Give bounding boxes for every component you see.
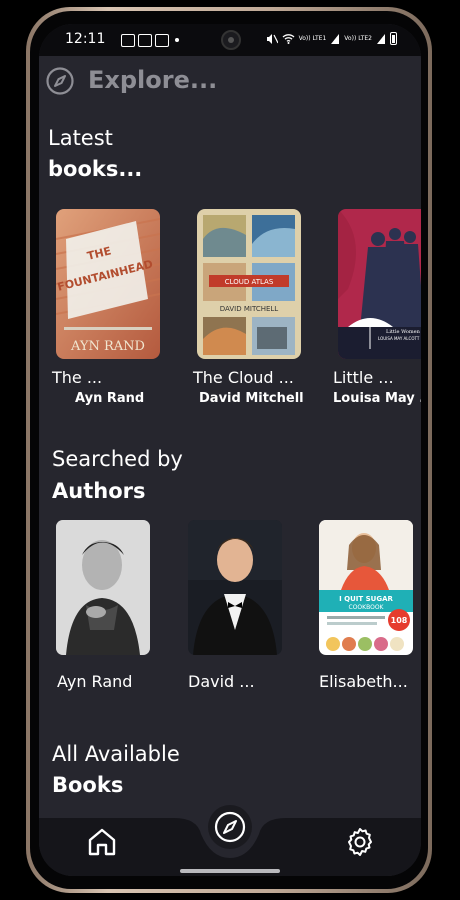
signal-icon [377,34,385,44]
home-icon[interactable] [86,826,118,858]
status-notification-icons [121,34,179,47]
book-title-3[interactable]: Little ... [333,368,394,387]
book-cover-1-author-text: AYN RAND [70,339,145,354]
book-author-1: Ayn Rand [75,391,145,406]
cookbook-badge: 108 [391,616,408,625]
svg-text:I QUIT SUGAR: I QUIT SUGAR [339,595,393,603]
svg-text:DAVID MITCHELL: DAVID MITCHELL [220,305,279,313]
book-author-3: Louisa May ... [333,391,421,406]
signal-icon [331,34,340,44]
authors-subheading: Authors [52,479,146,503]
book-title-1[interactable]: The ... [52,368,102,387]
author-photo-3-art: I QUIT SUGAR COOKBOOK 108 [319,520,413,655]
status-system-icons: Vo)) LTE1 Vo)) LTE2 [266,32,397,45]
book-cover-3-art: Little Women LOUISA MAY ALCOTT [338,209,421,359]
svg-text:COOKBOOK: COOKBOOK [349,604,385,611]
app-screen: 12:11 Vo)) LTE1 Vo)) LTE2 Explore... Lat… [39,24,421,876]
author-photo-2[interactable] [188,520,282,655]
status-bar: 12:11 Vo)) LTE1 Vo)) LTE2 [39,24,421,56]
latest-heading: Latest [48,126,113,150]
book-cover-1[interactable]: THE FOUNTAINHEAD AYN RAND [56,209,160,359]
page-title: Explore... [88,66,218,94]
all-books-subheading: Books [52,773,124,797]
authors-heading: Searched by [52,447,183,471]
image-icon [121,34,135,47]
gesture-home-bar[interactable] [180,869,280,873]
compass-icon[interactable] [46,67,74,95]
book-cover-1-art: THE FOUNTAINHEAD AYN RAND [56,209,160,359]
author-photo-1-art [56,520,150,655]
book-author-2: David Mitchell [199,391,304,406]
chat-icon [138,34,152,47]
author-name-1[interactable]: Ayn Rand [57,672,132,691]
latest-subheading: books... [48,157,143,181]
svg-text:CLOUD ATLAS: CLOUD ATLAS [225,278,274,286]
status-time: 12:11 [65,31,106,47]
svg-text:LOUISA MAY ALCOTT: LOUISA MAY ALCOTT [378,336,420,341]
network-sim1: Vo)) LTE1 [298,35,327,42]
book-cover-2[interactable]: CLOUD ATLAS DAVID MITCHELL [197,209,301,359]
compass-icon [214,811,246,843]
notification-dot-icon [175,38,179,42]
front-camera [221,30,241,50]
author-name-2[interactable]: David ... [188,672,255,691]
bottom-navigation [39,805,421,876]
gear-icon[interactable] [344,826,376,858]
book-cover-3[interactable]: Little Women LOUISA MAY ALCOTT [338,209,421,359]
author-photo-2-art [188,520,282,655]
svg-text:Little Women: Little Women [386,329,421,335]
mute-icon [266,33,278,44]
explore-nav-button[interactable] [208,805,252,849]
author-photo-3[interactable]: I QUIT SUGAR COOKBOOK 108 [319,520,413,655]
battery-icon [390,32,397,45]
explore-header: Explore... [39,64,421,100]
wifi-icon [282,34,295,44]
author-photo-1[interactable] [56,520,150,655]
author-name-3[interactable]: Elisabeth... [319,672,408,691]
book-cover-2-art: CLOUD ATLAS DAVID MITCHELL [197,209,301,359]
book-title-2[interactable]: The Cloud ... [193,368,294,387]
all-books-heading: All Available [52,742,180,766]
box-icon [155,34,169,47]
network-sim2: Vo)) LTE2 [344,35,372,42]
